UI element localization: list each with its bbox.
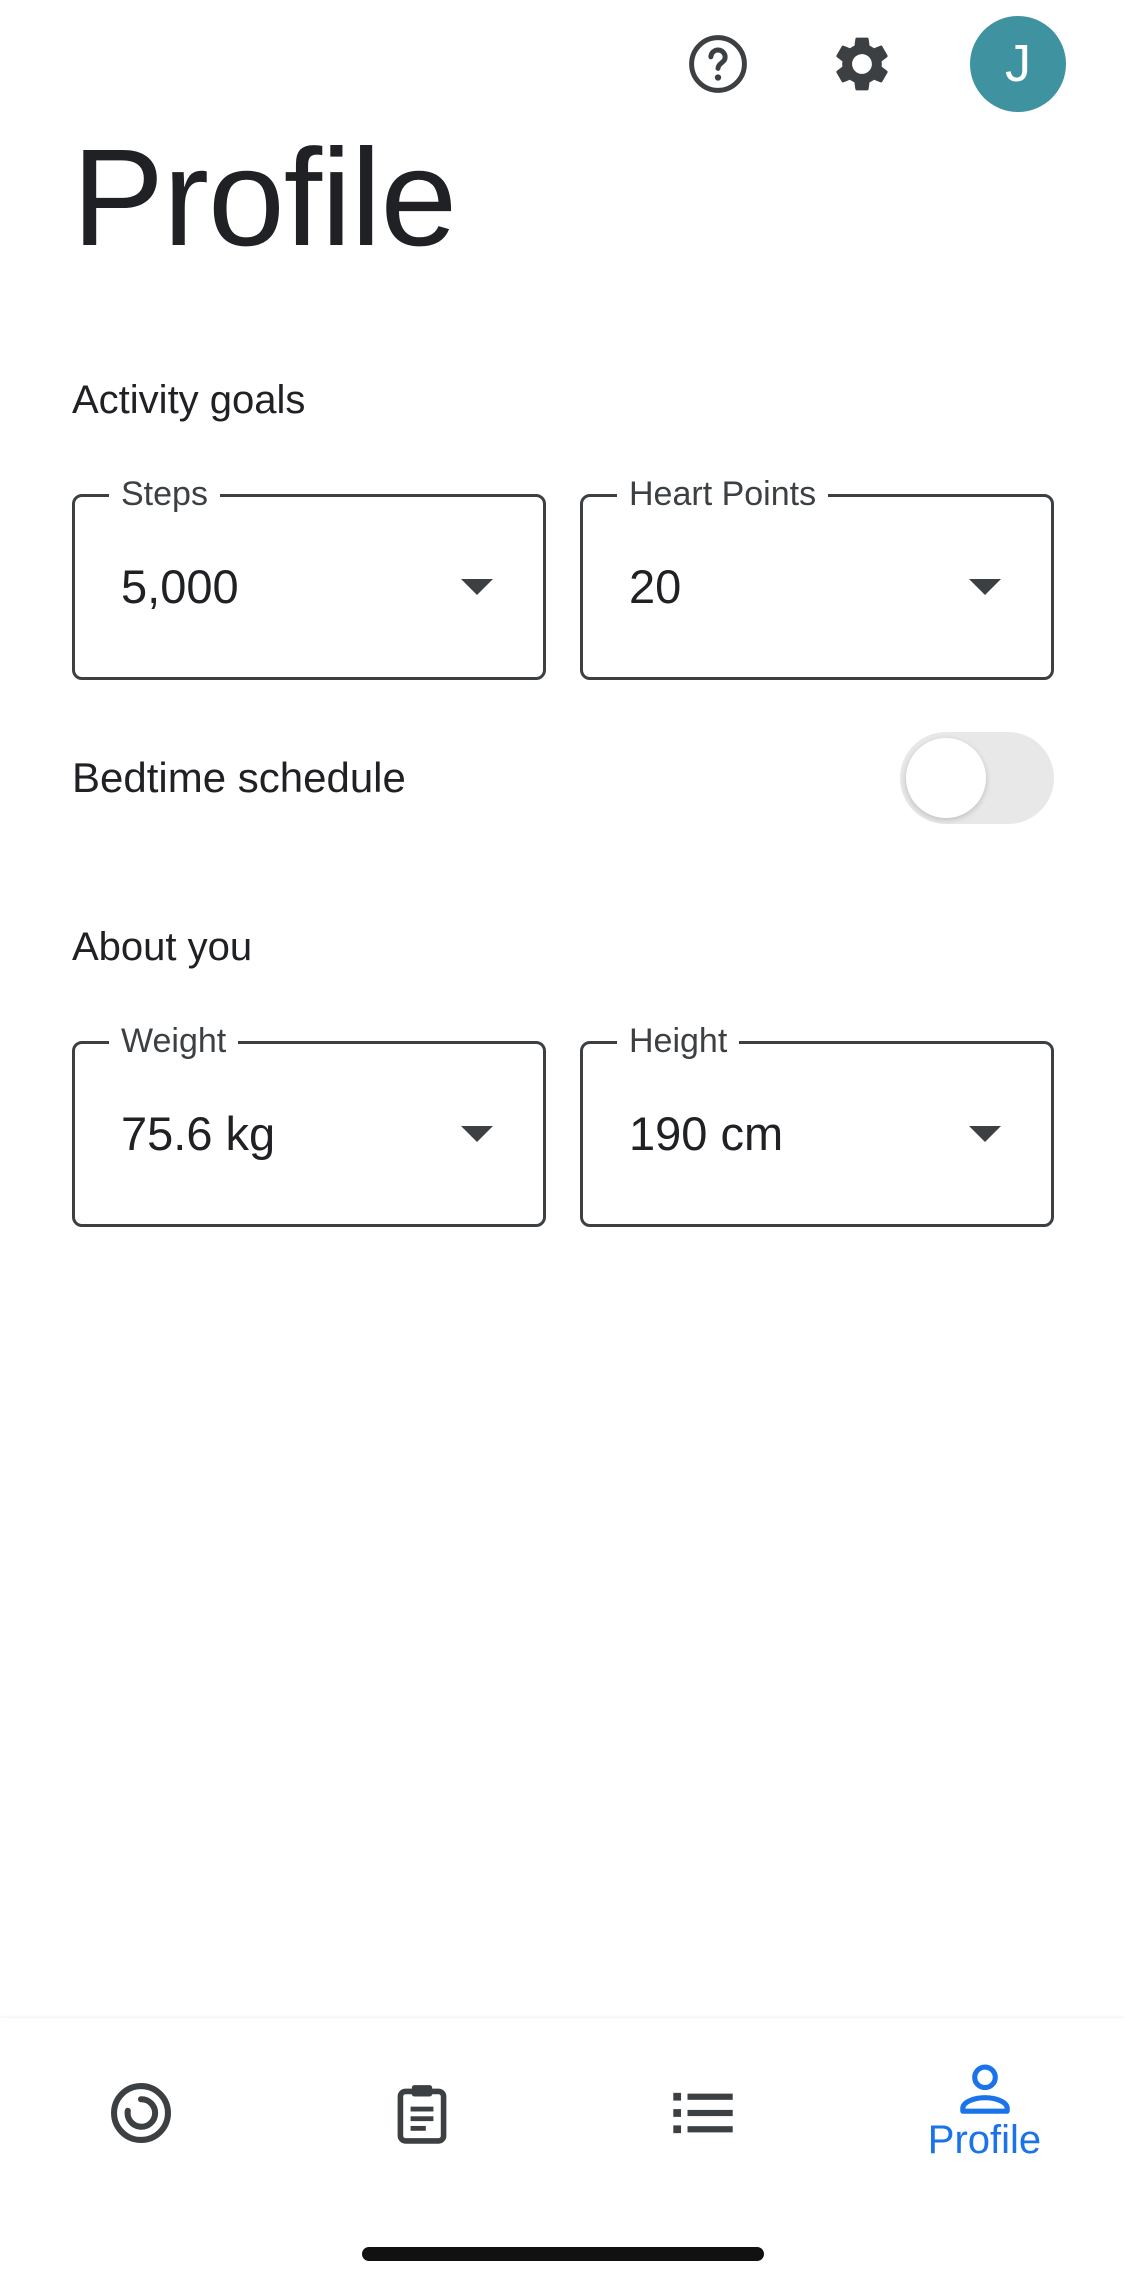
avatar[interactable]: J	[970, 16, 1066, 112]
steps-value: 5,000	[121, 560, 239, 613]
nav-profile-label: Profile	[927, 2118, 1042, 2162]
home-ring-icon	[110, 2083, 171, 2143]
journal-clipboard-icon	[397, 2085, 446, 2144]
nav-home[interactable]	[0, 2018, 281, 2208]
profile-person-icon	[959, 2064, 1010, 2114]
avatar-initial: J	[1005, 35, 1031, 93]
nav-journal[interactable]	[281, 2018, 562, 2208]
nav-browse[interactable]	[562, 2018, 843, 2208]
weight-value: 75.6 kg	[121, 1107, 276, 1160]
dropdown-arrow-icon	[461, 579, 493, 595]
toggle-thumb	[906, 738, 986, 818]
heart-points-goal-dropdown[interactable]: Heart Points 20	[580, 474, 1054, 680]
bedtime-schedule-toggle[interactable]	[900, 732, 1054, 824]
bedtime-schedule-label: Bedtime schedule	[72, 754, 406, 801]
home-indicator	[362, 2247, 764, 2261]
dropdown-arrow-icon	[969, 1126, 1001, 1142]
settings-button[interactable]	[826, 28, 898, 100]
steps-goal-dropdown[interactable]: Steps 5,000	[72, 474, 546, 680]
weight-dropdown[interactable]: Weight 75.6 kg	[72, 1021, 546, 1227]
page-title: Profile	[72, 121, 457, 275]
nav-profile[interactable]: Profile	[844, 2018, 1125, 2208]
dropdown-arrow-icon	[969, 579, 1001, 595]
about-you-heading: About you	[72, 925, 253, 969]
browse-list-icon	[672, 2092, 733, 2134]
help-button[interactable]	[682, 28, 754, 100]
gear-icon	[836, 37, 888, 91]
heart-points-value: 20	[629, 560, 682, 613]
dropdown-arrow-icon	[461, 1126, 493, 1142]
height-dropdown[interactable]: Height 190 cm	[580, 1021, 1054, 1227]
help-circle-icon	[689, 35, 747, 93]
height-value: 190 cm	[629, 1107, 784, 1160]
bottom-navigation: Profile	[0, 2018, 1125, 2284]
activity-goals-heading: Activity goals	[72, 378, 306, 422]
